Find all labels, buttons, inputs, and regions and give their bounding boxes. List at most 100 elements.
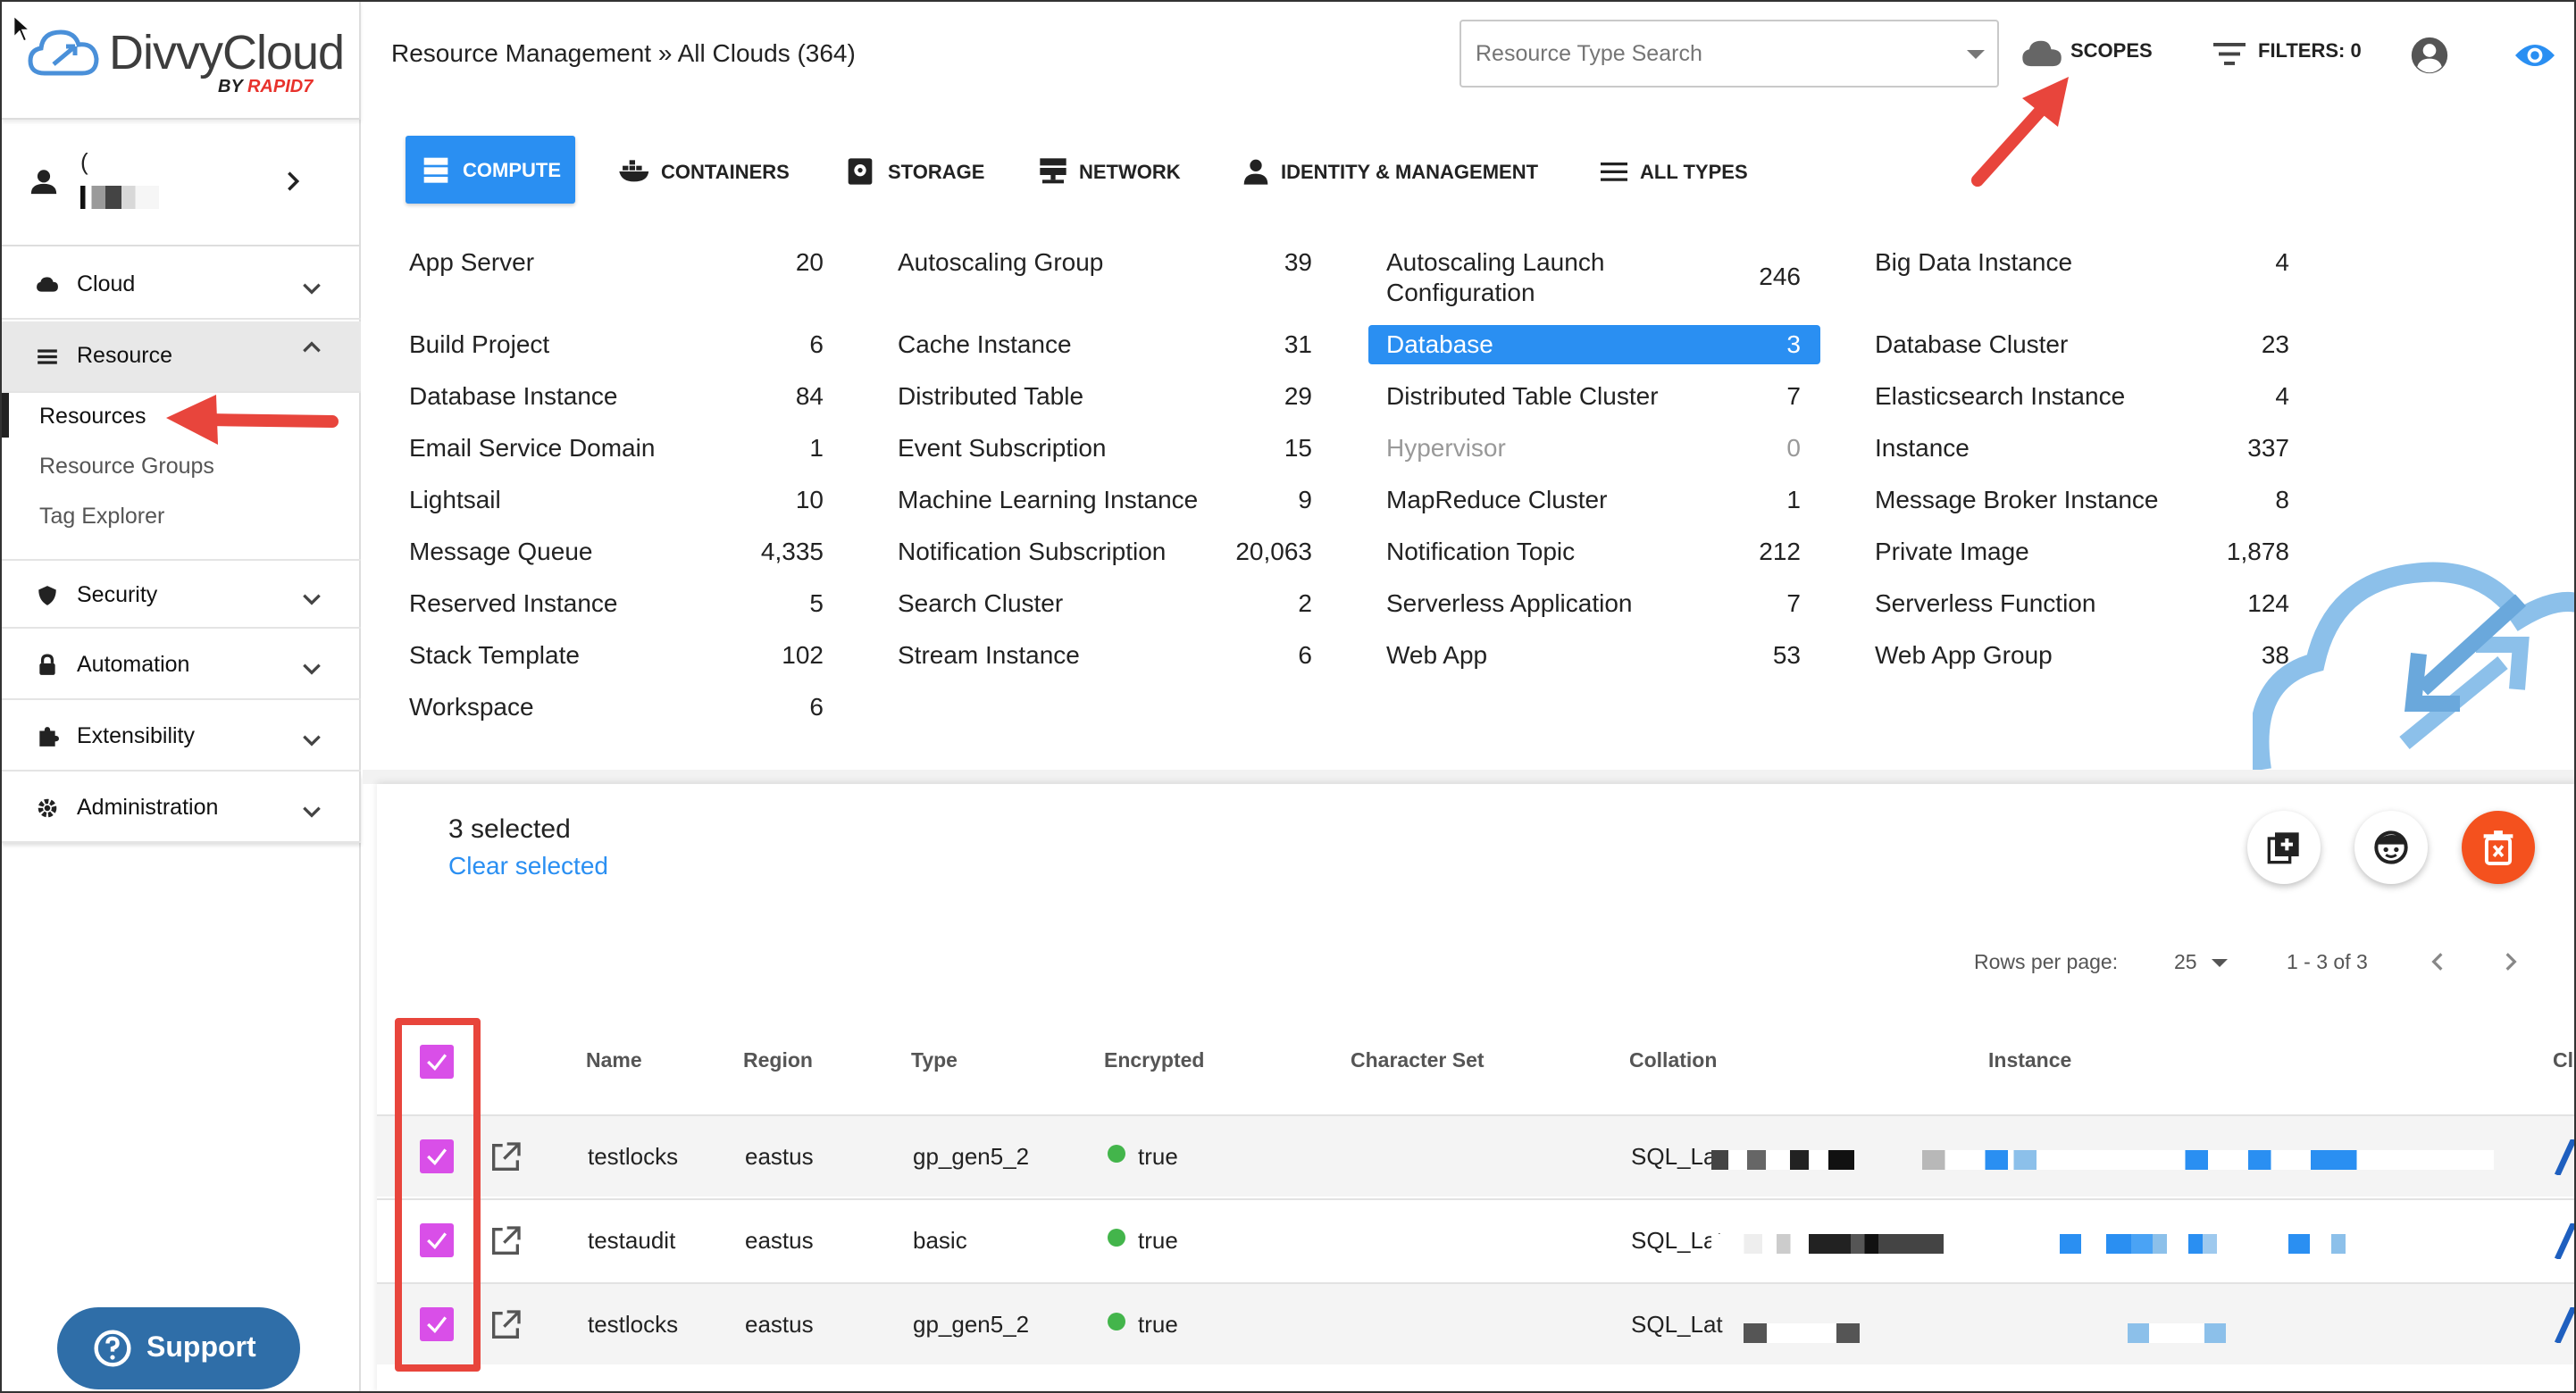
chevron-right-icon[interactable] (280, 166, 305, 196)
open-external-icon[interactable] (488, 1307, 523, 1343)
column-header-encrypted[interactable]: Encrypted (1104, 1048, 1204, 1072)
resource-item[interactable]: Workspace 6 (406, 689, 829, 725)
tab-storage[interactable]: STORAGE (847, 157, 984, 193)
resource-item[interactable]: Reserved Instance 5 (406, 586, 829, 621)
table-row[interactable]: testlocks eastus gp_gen5_2 true SQL_Lat (377, 1282, 2574, 1364)
resource-item[interactable]: Stack Template 102 (406, 638, 829, 673)
column-header-collation[interactable]: Collation (1629, 1048, 1717, 1072)
chevron-down-icon (303, 594, 321, 605)
scopes-label: SCOPES (2070, 39, 2153, 62)
resource-item[interactable]: Web App 53 (1383, 638, 1806, 673)
resource-item[interactable]: Machine Learning Instance 9 (894, 482, 1317, 518)
account-icon[interactable] (2410, 36, 2449, 75)
resource-item[interactable]: Big Data Instance 4 (1871, 245, 2295, 280)
cell-name: testlocks (588, 1143, 679, 1170)
support-label: Support (146, 1330, 256, 1363)
sidebar-item-resource-groups[interactable]: Resource Groups (39, 454, 214, 480)
column-header-character-set[interactable]: Character Set (1351, 1048, 1485, 1072)
add-to-group-button[interactable] (2247, 811, 2321, 884)
face-icon (2374, 830, 2408, 864)
nav-automation[interactable]: Automation (2, 630, 361, 700)
nav-resource[interactable]: Resource (2, 321, 361, 393)
column-header-region[interactable]: Region (743, 1048, 813, 1072)
open-external-icon[interactable] (488, 1223, 523, 1259)
eye-icon[interactable] (2513, 39, 2556, 71)
panel-divider (363, 770, 2574, 784)
tab-identity-management[interactable]: IDENTITY & MANAGEMENT (1242, 157, 1554, 193)
brand-name: DivvyCloud (109, 26, 345, 79)
resource-item[interactable]: Database Instance 84 (406, 379, 829, 414)
column-header-type[interactable]: Type (911, 1048, 958, 1072)
column-header-cl[interactable]: Cl (2553, 1048, 2573, 1072)
breadcrumb: Resource Management » All Clouds (364) (391, 39, 856, 67)
delete-button[interactable] (2462, 811, 2535, 884)
resource-item[interactable]: Build Project 6 (406, 327, 829, 363)
prev-page-icon[interactable] (2426, 947, 2449, 977)
resource-item[interactable]: Serverless Function 124 (1871, 586, 2295, 621)
support-button[interactable]: Support (57, 1307, 300, 1389)
resource-item[interactable]: Message Queue 4,335 (406, 534, 829, 570)
resource-item[interactable]: Autoscaling Group 39 (894, 245, 1317, 280)
column-header-instance[interactable]: Instance (1988, 1048, 2071, 1072)
resource-item[interactable]: Autoscaling Launch Configuration 246 (1383, 245, 1806, 313)
cell-encrypted: true (1138, 1311, 1178, 1338)
tab-compute[interactable]: COMPUTE (406, 136, 575, 204)
resource-item[interactable]: App Server 20 (406, 245, 829, 280)
cell-type: gp_gen5_2 (913, 1311, 1030, 1338)
resource-item[interactable]: Private Image 1,878 (1871, 534, 2295, 570)
delete-icon (2483, 830, 2513, 865)
resource-item[interactable]: Instance 337 (1871, 430, 2295, 466)
disk-icon (848, 158, 873, 185)
column-header-name[interactable]: Name (586, 1048, 642, 1072)
cell-region: eastus (745, 1311, 814, 1338)
nav-security[interactable]: Security (2, 559, 361, 629)
resource-item[interactable]: Notification Topic 212 (1383, 534, 1806, 570)
dropdown-arrow-icon[interactable] (1967, 50, 1985, 59)
shield-icon (38, 586, 56, 605)
logo: DivvyCloud BY RAPID7 (2, 2, 361, 120)
clear-selected-link[interactable]: Clear selected (448, 852, 608, 880)
resource-item[interactable]: Message Broker Instance 8 (1871, 482, 2295, 518)
resource-item[interactable]: Distributed Table 29 (894, 379, 1317, 414)
resource-item[interactable]: Distributed Table Cluster 7 (1383, 379, 1806, 414)
nav-cloud[interactable]: Cloud (2, 250, 361, 320)
resource-item[interactable]: Stream Instance 6 (894, 638, 1317, 673)
search-input[interactable] (1476, 38, 1940, 70)
resource-item[interactable]: Web App Group 38 (1871, 638, 2295, 673)
redacted-data (2060, 1234, 2417, 1254)
nav-resource-label: Resource (77, 343, 172, 368)
user-menu[interactable]: ( (2, 121, 361, 246)
bot-action-button[interactable] (2354, 811, 2428, 884)
nav-extensibility[interactable]: Extensibility (2, 702, 361, 772)
resource-type-search[interactable] (1459, 20, 1999, 88)
resource-item[interactable]: Serverless Application 7 (1383, 586, 1806, 621)
nav-administration[interactable]: Administration (2, 773, 361, 843)
tab-all-types[interactable]: ALL TYPES (1601, 157, 1752, 193)
resource-item-selected[interactable]: Database 3 (1368, 325, 1820, 364)
rows-per-page-select[interactable]: 25 (2170, 945, 2242, 977)
resource-item[interactable]: Lightsail 10 (406, 482, 829, 518)
chevron-down-icon (303, 663, 321, 675)
resource-item[interactable]: Email Service Domain 1 (406, 430, 829, 466)
resource-item[interactable]: Database Cluster 23 (1871, 327, 2295, 363)
resource-item[interactable]: Event Subscription 15 (894, 430, 1317, 466)
filter-icon (2213, 43, 2246, 65)
tab-network[interactable]: NETWORK (1038, 157, 1190, 193)
sidebar-item-tag-explorer[interactable]: Tag Explorer (39, 504, 164, 530)
caret-down-icon (2212, 959, 2228, 967)
open-external-icon[interactable] (488, 1139, 523, 1175)
table-row[interactable]: testlocks eastus gp_gen5_2 true SQL_La (377, 1114, 2574, 1197)
encrypted-status-dot (1108, 1313, 1125, 1330)
filters-button[interactable]: FILTERS: 0 (2213, 27, 2374, 80)
resource-item[interactable]: Search Cluster 2 (894, 586, 1317, 621)
resource-item[interactable]: Elasticsearch Instance 4 (1871, 379, 2295, 414)
sidebar-item-resources[interactable]: Resources (39, 404, 146, 430)
table-row[interactable]: testaudit eastus basic true SQL_Lat (377, 1198, 2574, 1280)
resource-item[interactable]: Notification Subscription 20,063 (894, 534, 1317, 570)
next-page-icon[interactable] (2499, 947, 2522, 977)
brand-byline: BY RAPID7 (218, 77, 314, 96)
puzzle-icon (39, 727, 59, 747)
resource-item[interactable]: Cache Instance 31 (894, 327, 1317, 363)
resource-item[interactable]: MapReduce Cluster 1 (1383, 482, 1806, 518)
tab-containers[interactable]: CONTAINERS (618, 157, 797, 193)
